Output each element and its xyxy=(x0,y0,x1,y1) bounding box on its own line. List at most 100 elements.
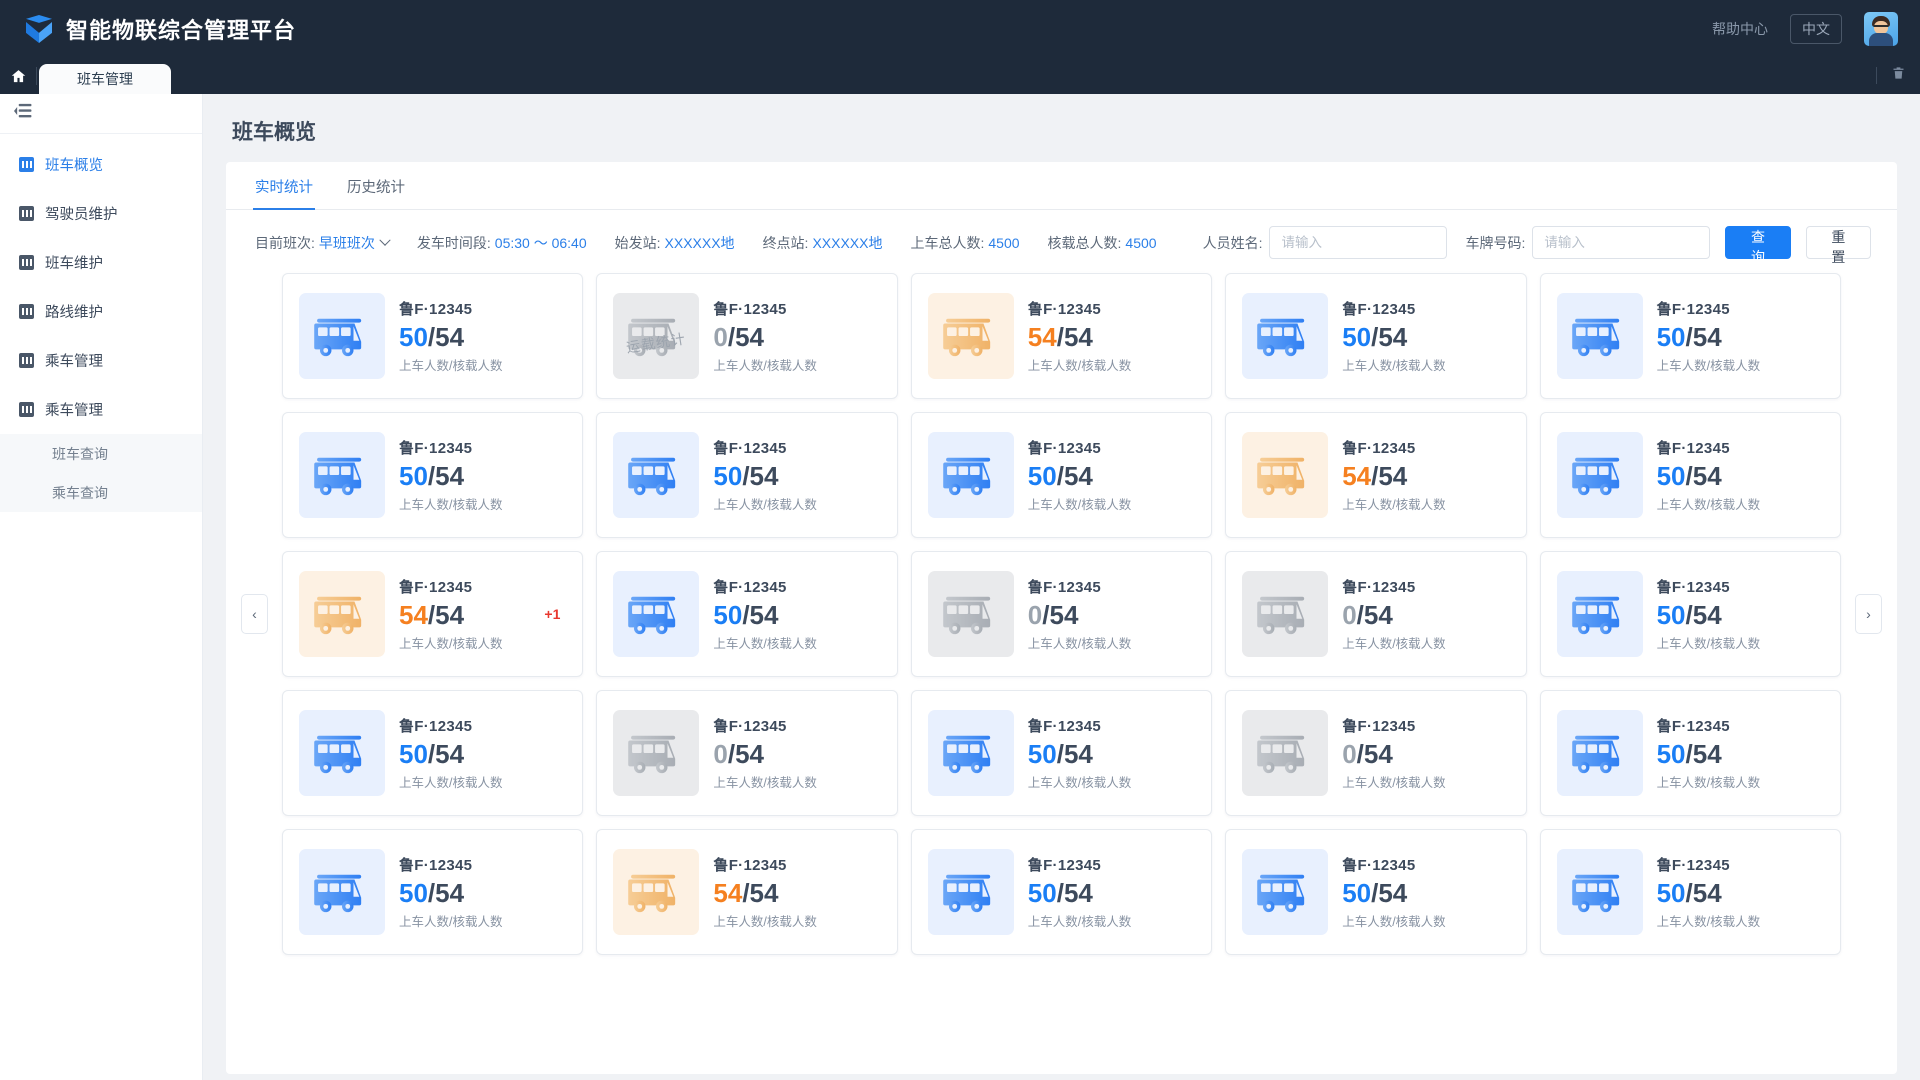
bus-card[interactable]: 鲁F·12345 50/54 上车人数/核载人数 xyxy=(596,551,898,677)
filter-current-shift[interactable]: 目前班次: 早班班次 xyxy=(255,233,391,253)
bus-card[interactable]: 鲁F·12345 50/54 上车人数/核载人数 xyxy=(910,690,1213,816)
plate-number: 鲁F·12345 xyxy=(1027,578,1102,596)
boarded-count: 0 xyxy=(1342,599,1357,630)
prev-page-button[interactable]: ‹ xyxy=(241,594,268,634)
bus-card-info: 鲁F·12345 50/54 上车人数/核载人数 xyxy=(1657,715,1826,792)
capacity-count: 54 xyxy=(435,460,465,491)
bus-card[interactable]: 鲁F·12345 50/54 上车人数/核载人数 xyxy=(282,273,584,399)
plate-number: 鲁F·12345 xyxy=(713,856,787,874)
sidebar-item-ride-management-1[interactable]: 乘车管理 xyxy=(0,336,202,385)
person-name-label: 人员姓名: xyxy=(1202,234,1263,251)
person-name-field-group: 人员姓名: xyxy=(1203,226,1448,259)
bus-thumbnail xyxy=(1242,293,1329,379)
bus-card[interactable]: 鲁F·12345 54/54 上车人数/核载人数 xyxy=(596,829,898,955)
plate-number: 鲁F·12345 xyxy=(399,439,473,457)
bus-icon xyxy=(1571,596,1619,635)
capacity-count: 54 xyxy=(1363,599,1393,630)
bus-card-info: 鲁F·12345 50/54 上车人数/核载人数 xyxy=(399,437,568,514)
bus-icon xyxy=(314,457,362,496)
filter-value: 4500 xyxy=(1125,234,1157,251)
sidebar-item-label: 班车维护 xyxy=(45,256,103,272)
main-content: 班车概览 实时统计 历史统计 目前班次: 早班班次 发车时间段: 05:30 ～… xyxy=(203,94,1920,1080)
counts-caption: 上车人数/核载人数 xyxy=(399,776,503,791)
filter-value: 早班班次 xyxy=(318,234,375,251)
capacity-count: 54 xyxy=(1692,599,1722,630)
boarded-count: 0 xyxy=(1027,599,1043,630)
counts-caption: 上车人数/核载人数 xyxy=(713,776,817,791)
sidebar-item-route-maintenance[interactable]: 路线维护 xyxy=(0,287,202,336)
capacity-count: 54 xyxy=(1378,321,1408,352)
plate-number: 鲁F·12345 xyxy=(1342,717,1416,735)
trash-icon[interactable] xyxy=(1891,65,1906,86)
collapse-menu-icon[interactable] xyxy=(14,103,33,124)
capacity-count: 54 xyxy=(1692,738,1722,769)
tab-realtime-statistics[interactable]: 实时统计 xyxy=(253,176,315,210)
bus-card[interactable]: 鲁F·12345 50/54 上车人数/核载人数 xyxy=(1539,273,1841,399)
bus-card[interactable]: 鲁F·12345 50/54 上车人数/核载人数 xyxy=(1539,412,1841,538)
bus-card[interactable]: 鲁F·12345 50/54 上车人数/核载人数 xyxy=(1539,690,1841,816)
bus-card[interactable]: 鲁F·12345 50/54 上车人数/核载人数 xyxy=(282,690,584,816)
bus-card[interactable]: 鲁F·12345 50/54 上车人数/核载人数 xyxy=(596,412,898,538)
boarding-counts: 50/54 xyxy=(1656,599,1722,630)
home-icon[interactable] xyxy=(0,58,36,94)
bus-card[interactable]: 鲁F·12345 50/54 上车人数/核载人数 xyxy=(1225,829,1527,955)
bus-card-info: 鲁F·12345 50/54 上车人数/核载人数 xyxy=(1028,854,1197,931)
bus-card[interactable]: 鲁F·12345 54/54 上车人数/核载人数 xyxy=(910,273,1213,399)
bus-thumbnail: 运载统计 xyxy=(613,293,700,379)
bus-card[interactable]: 鲁F·12345 50/54 上车人数/核载人数 xyxy=(1225,273,1527,399)
bus-card[interactable]: 鲁F·12345 50/54 上车人数/核载人数 xyxy=(910,412,1213,538)
counts-caption: 上车人数/核载人数 xyxy=(399,498,503,513)
bus-card[interactable]: 鲁F·12345 0/54 上车人数/核载人数 xyxy=(910,551,1213,677)
language-switch-button[interactable]: 中文 xyxy=(1790,14,1842,44)
counts-caption: 上车人数/核载人数 xyxy=(1027,498,1132,513)
plate-number: 鲁F·12345 xyxy=(1027,717,1102,735)
sidebar-subitem-shuttle-query[interactable]: 班车查询 xyxy=(0,434,202,473)
sidebar-item-shuttle-overview[interactable]: 班车概览 xyxy=(0,140,202,189)
bus-card[interactable]: 鲁F·12345 0/54 上车人数/核载人数 xyxy=(1225,690,1527,816)
bus-icon xyxy=(1571,735,1619,774)
avatar[interactable] xyxy=(1864,12,1898,46)
next-page-button[interactable]: › xyxy=(1855,594,1882,634)
filter-value: XXXXXX地 xyxy=(664,234,735,251)
reset-button[interactable]: 重置 xyxy=(1805,226,1871,265)
sidebar-subitem-ride-query[interactable]: 乘车查询 xyxy=(0,473,202,512)
boarded-count: 50 xyxy=(399,738,428,769)
bus-icon xyxy=(1257,874,1305,913)
bus-card[interactable]: 运载统计 鲁F·12345 0/54 上车人数/核载人数 xyxy=(596,273,898,399)
bus-card-info: 鲁F·12345 50/54 上车人数/核载人数 xyxy=(1657,576,1826,653)
bus-card[interactable]: 鲁F·12345 50/54 上车人数/核载人数 xyxy=(1539,551,1841,677)
bus-card-info: 鲁F·12345 50/54 上车人数/核载人数 xyxy=(713,576,882,653)
capacity-count: 54 xyxy=(435,738,465,769)
search-button[interactable]: 查询 xyxy=(1725,226,1791,265)
sidebar-item-ride-management-2[interactable]: 乘车管理 xyxy=(0,385,202,434)
person-name-input[interactable] xyxy=(1269,226,1448,259)
bus-card[interactable]: 鲁F·12345 54/54 上车人数/核载人数 +1 xyxy=(282,551,584,677)
overflow-badge: +1 xyxy=(544,606,561,622)
capacity-count: 54 xyxy=(1063,460,1093,491)
bus-card-info: 鲁F·12345 54/54 上车人数/核载人数 xyxy=(1028,298,1197,375)
bus-card[interactable]: 鲁F·12345 50/54 上车人数/核载人数 xyxy=(1539,829,1841,955)
bus-thumbnail xyxy=(613,432,700,518)
bus-card[interactable]: 鲁F·12345 0/54 上车人数/核载人数 xyxy=(1225,551,1527,677)
boarded-count: 50 xyxy=(1656,460,1686,491)
boarded-count: 50 xyxy=(713,599,743,630)
bus-card-info: 鲁F·12345 0/54 上车人数/核载人数 xyxy=(713,298,882,375)
boarded-count: 50 xyxy=(1027,460,1057,491)
boarding-counts: 50/54 xyxy=(1342,321,1408,352)
sidebar-item-driver-maintenance[interactable]: 驾驶员维护 xyxy=(0,189,202,238)
bus-card[interactable]: 鲁F·12345 50/54 上车人数/核载人数 xyxy=(282,412,584,538)
bus-icon xyxy=(943,457,990,496)
filter-value: 4500 xyxy=(988,234,1020,251)
tab-shuttle-management[interactable]: 班车管理 xyxy=(39,64,171,94)
grid-icon xyxy=(19,206,34,221)
sidebar-item-shuttle-maintenance[interactable]: 班车维护 xyxy=(0,238,202,287)
plate-number-field-group: 车牌号码: xyxy=(1465,226,1711,259)
tab-history-statistics[interactable]: 历史统计 xyxy=(347,176,405,209)
plate-number-input[interactable] xyxy=(1532,226,1711,259)
bus-card[interactable]: 鲁F·12345 50/54 上车人数/核载人数 xyxy=(282,829,584,955)
bus-card[interactable]: 鲁F·12345 54/54 上车人数/核载人数 xyxy=(1225,412,1527,538)
bus-card[interactable]: 鲁F·12345 50/54 上车人数/核载人数 xyxy=(910,829,1213,955)
bus-card[interactable]: 鲁F·12345 0/54 上车人数/核载人数 xyxy=(596,690,898,816)
help-center-link[interactable]: 帮助中心 xyxy=(1712,19,1768,39)
sidebar-item-label: 路线维护 xyxy=(45,305,103,321)
